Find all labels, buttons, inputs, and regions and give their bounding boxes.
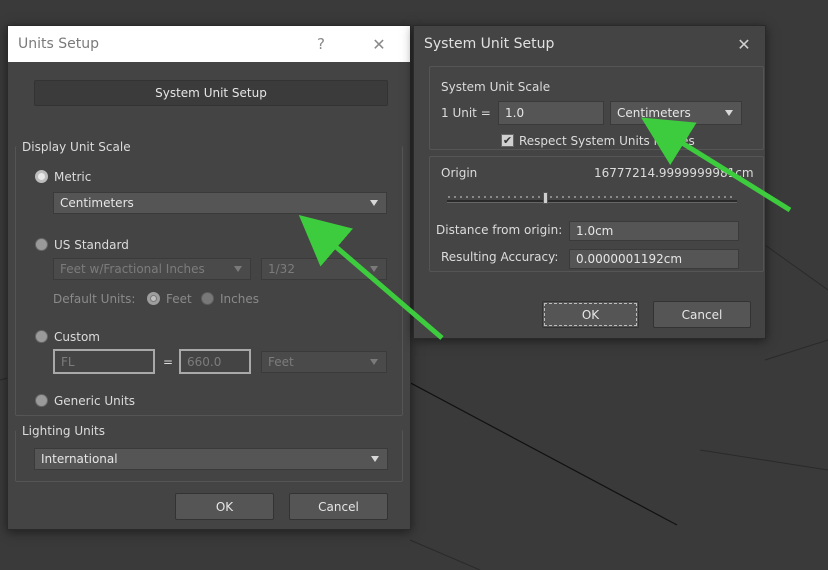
origin-slider-thumb[interactable]	[543, 192, 548, 204]
equals-label: =	[163, 355, 174, 369]
accuracy-value-field[interactable]: 0.0000001192cm	[569, 249, 739, 269]
metric-label: Metric	[54, 170, 92, 184]
system-ok-label: OK	[581, 307, 600, 322]
unit-value: 1.0	[505, 106, 525, 120]
distance-label: Distance from origin:	[436, 223, 563, 237]
system-cancel-label: Cancel	[681, 307, 723, 322]
generic-units-radio[interactable]	[35, 394, 48, 407]
unit-label: 1 Unit =	[441, 106, 491, 120]
lighting-units-value: International	[41, 452, 118, 466]
chevron-down-icon	[370, 359, 378, 365]
distance-value-field[interactable]: 1.0cm	[569, 221, 739, 241]
us-standard-label: US Standard	[54, 238, 129, 252]
close-icon: ✕	[372, 34, 386, 54]
system-units-dropdown[interactable]: Centimeters	[610, 101, 742, 125]
respect-system-units-checkbox[interactable]: ✔	[501, 134, 514, 147]
origin-value: 16777214.9999999981cm	[594, 166, 754, 180]
system-unit-setup-dialog: System Unit Setup ✕ System Unit Scale 1 …	[413, 25, 766, 339]
respect-system-units-label: Respect System Units in Files	[519, 134, 695, 148]
us-units-value: Feet w/Fractional Inches	[60, 262, 205, 276]
us-fraction-value: 1/32	[268, 262, 295, 276]
chevron-down-icon	[371, 456, 379, 462]
custom-units-dropdown[interactable]: Feet	[261, 351, 387, 373]
units-ok-label: OK	[215, 499, 234, 514]
accuracy-value: 0.0000001192cm	[576, 252, 683, 266]
metric-units-value: Centimeters	[60, 196, 134, 210]
distance-value: 1.0cm	[576, 224, 614, 238]
lighting-units-dropdown[interactable]: International	[34, 448, 388, 470]
system-ok-button[interactable]: OK	[542, 301, 639, 328]
system-unit-setup-button-label: System Unit Setup	[155, 86, 267, 100]
close-button[interactable]: ✕	[362, 26, 396, 62]
units-setup-title: Units Setup	[18, 36, 99, 52]
generic-units-label: Generic Units	[54, 394, 136, 408]
help-button[interactable]: ?	[304, 26, 338, 62]
custom-units-value: Feet	[268, 355, 294, 369]
system-cancel-button[interactable]: Cancel	[653, 301, 751, 328]
close-icon: ✕	[737, 34, 751, 54]
system-unit-setup-title: System Unit Setup	[424, 36, 555, 52]
chevron-down-icon	[370, 266, 378, 272]
custom-amount-value: 660.0	[187, 354, 222, 369]
chevron-down-icon	[725, 110, 733, 116]
custom-name-value: FL	[61, 354, 75, 369]
display-unit-scale-group	[15, 146, 403, 416]
custom-radio[interactable]	[35, 330, 48, 343]
metric-units-dropdown[interactable]: Centimeters	[53, 192, 387, 214]
custom-name-field[interactable]: FL	[53, 349, 155, 374]
custom-amount-field[interactable]: 660.0	[179, 349, 251, 374]
us-standard-radio[interactable]	[35, 238, 48, 251]
metric-radio[interactable]	[35, 170, 48, 183]
units-setup-titlebar: Units Setup	[8, 26, 410, 62]
inches-radio[interactable]	[201, 292, 214, 305]
us-units-dropdown[interactable]: Feet w/Fractional Inches	[53, 258, 251, 280]
units-cancel-label: Cancel	[318, 499, 359, 514]
units-setup-dialog: Units Setup ? ✕ System Unit Setup Displa…	[7, 25, 411, 530]
origin-label: Origin	[441, 166, 478, 180]
accuracy-label: Resulting Accuracy:	[441, 250, 559, 264]
help-icon: ?	[317, 35, 325, 53]
custom-label: Custom	[54, 330, 100, 344]
system-units-value: Centimeters	[617, 106, 691, 120]
feet-radio[interactable]	[147, 292, 160, 305]
default-units-label: Default Units:	[53, 292, 136, 306]
system-unit-setup-button[interactable]: System Unit Setup	[34, 80, 388, 106]
unit-value-input[interactable]: 1.0	[498, 101, 604, 125]
system-unit-scale-heading: System Unit Scale	[441, 80, 551, 94]
close-button[interactable]: ✕	[727, 26, 761, 62]
origin-slider-ticks	[448, 196, 732, 198]
units-ok-button[interactable]: OK	[175, 493, 274, 520]
chevron-down-icon	[370, 200, 378, 206]
chevron-down-icon	[234, 266, 242, 272]
us-fraction-dropdown[interactable]: 1/32	[261, 258, 387, 280]
origin-slider[interactable]	[447, 192, 737, 206]
units-cancel-button[interactable]: Cancel	[289, 493, 388, 520]
feet-label: Feet	[166, 292, 192, 306]
inches-label: Inches	[220, 292, 259, 306]
system-unit-setup-titlebar: System Unit Setup	[414, 26, 765, 62]
